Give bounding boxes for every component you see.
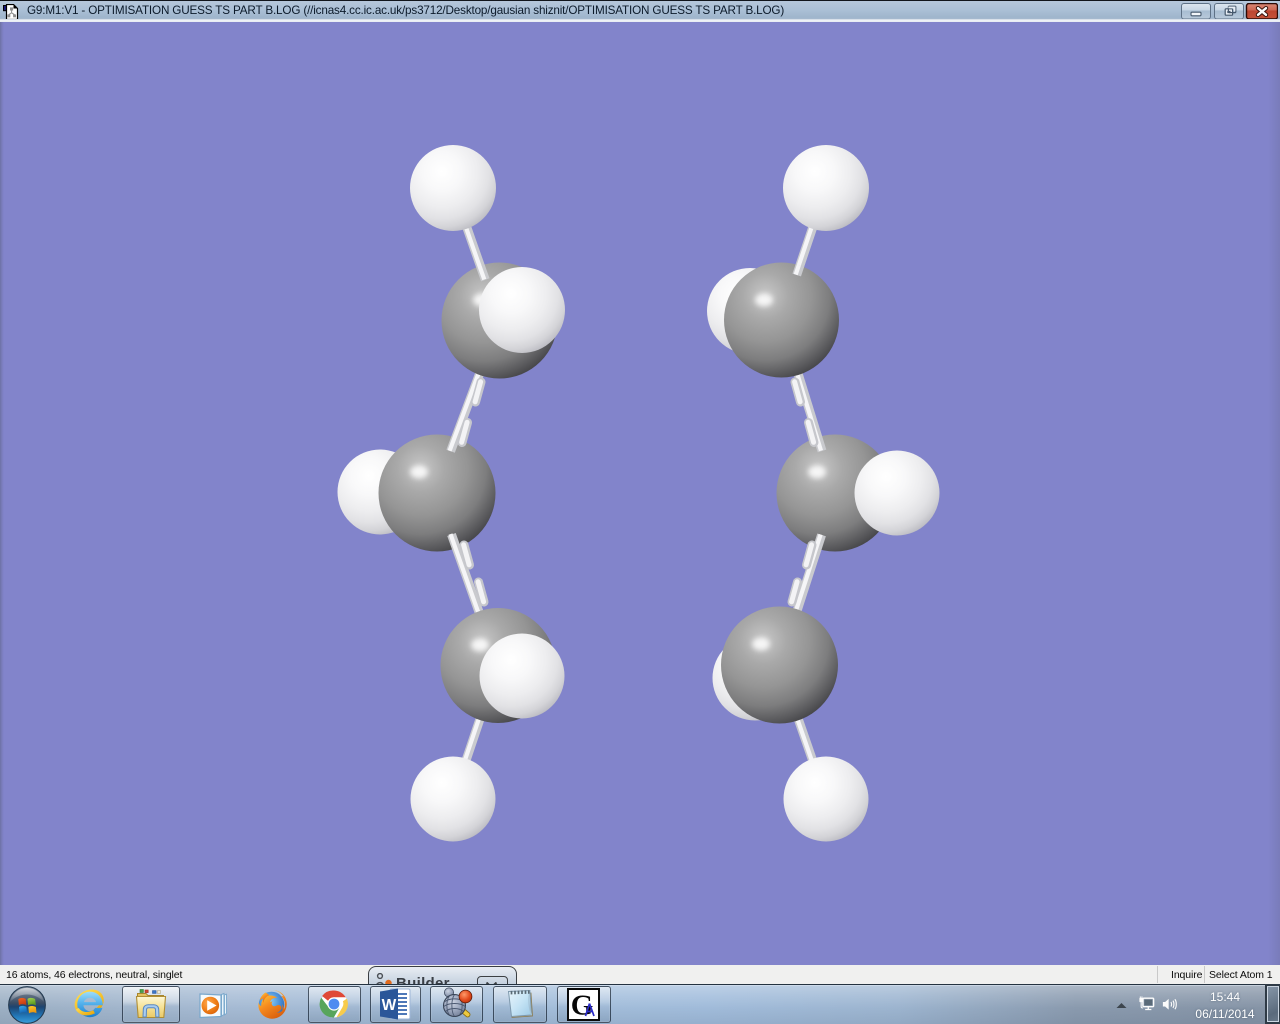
svg-text:W: W xyxy=(382,997,397,1014)
